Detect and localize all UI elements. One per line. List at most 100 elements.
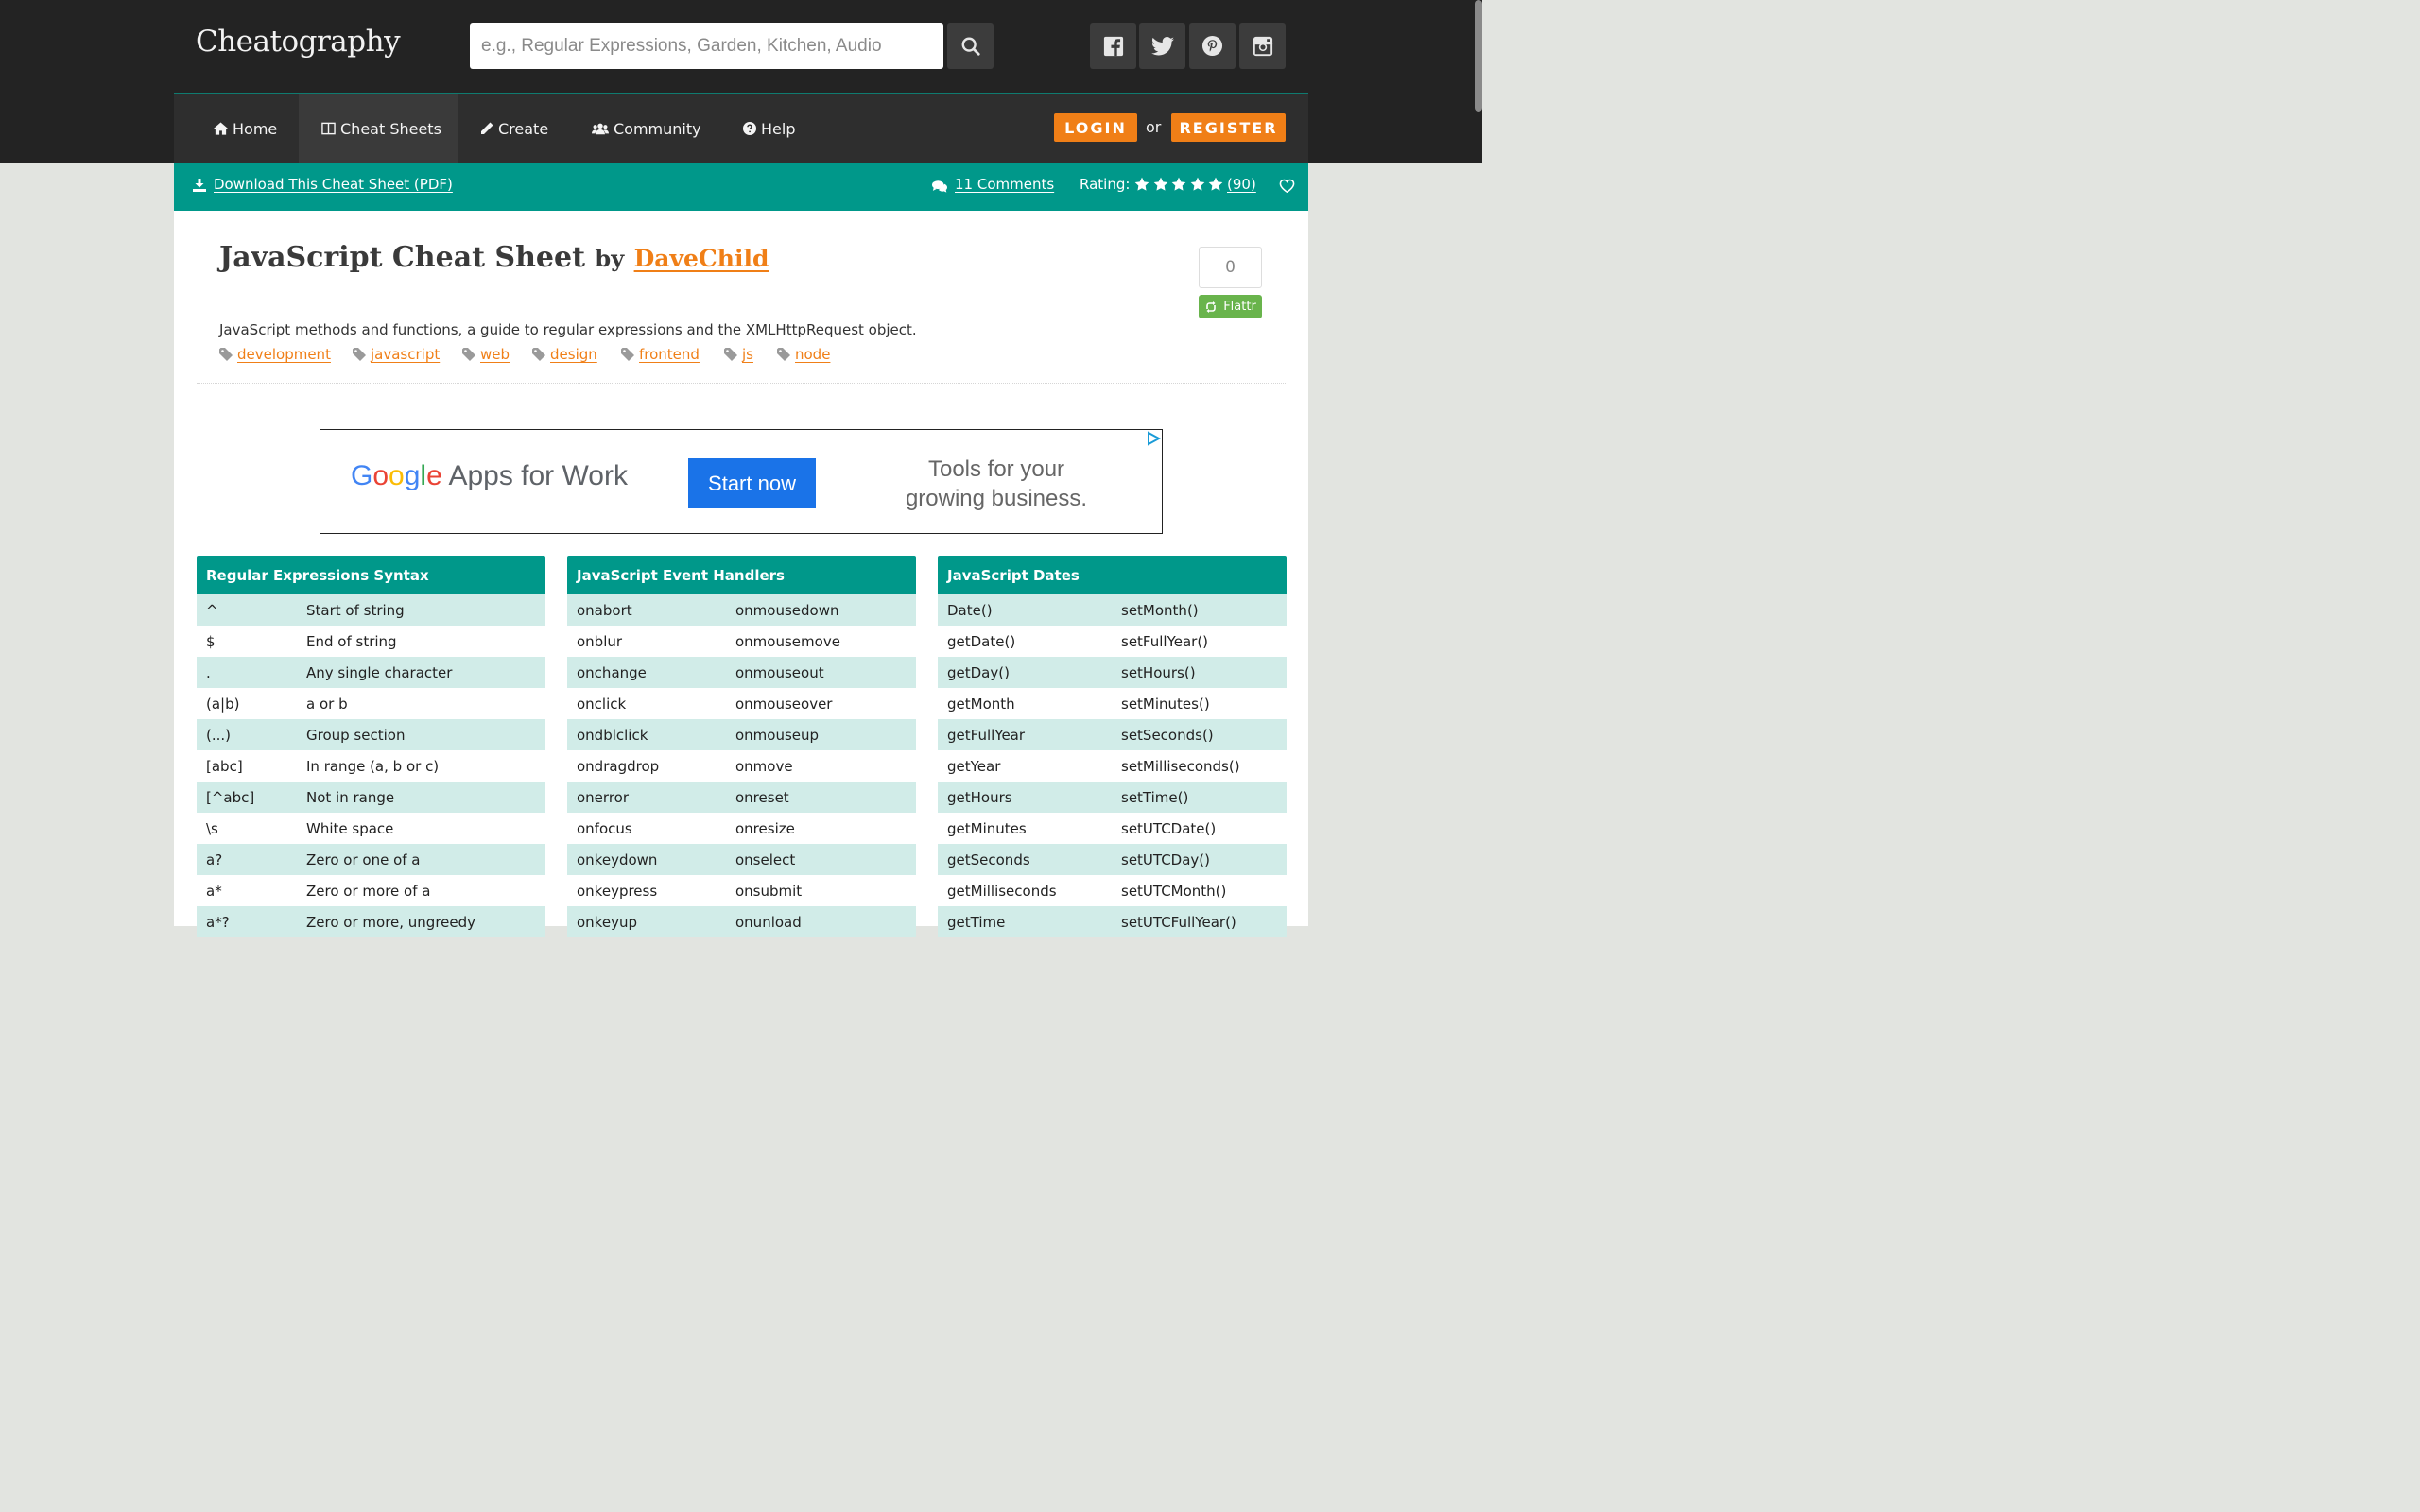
title-by: by (595, 245, 625, 272)
rating-stars[interactable] (1134, 177, 1223, 192)
nav-help-label: Help (761, 119, 796, 138)
login-button[interactable]: LOGIN (1054, 113, 1137, 142)
nav-community[interactable]: Community (592, 94, 701, 163)
rating-count-link[interactable]: (90) (1227, 176, 1256, 193)
tag-link[interactable]: node (777, 346, 830, 363)
row-key: a* (206, 882, 222, 900)
sheet-description: JavaScript methods and functions, a guid… (219, 321, 917, 338)
tag-icon (462, 348, 475, 361)
row-value: Zero or more, ungreedy (306, 913, 476, 931)
row-value: onsubmit (735, 882, 803, 900)
nav-create[interactable]: Create (480, 94, 548, 163)
nav-help[interactable]: Help (743, 94, 795, 163)
tag-link[interactable]: javascript (353, 346, 440, 363)
facebook-button[interactable] (1090, 23, 1136, 69)
row-key: getFullYear (947, 726, 1026, 744)
regex-syntax-box: Regular Expressions Syntax ^ Start of stri… (197, 556, 545, 937)
row-key: onclick (577, 695, 627, 713)
table-row: getMinutes setUTCDate() (938, 813, 1287, 844)
table-row: \s White space (197, 813, 545, 844)
row-key: \s (206, 819, 218, 837)
table-row: $ End of string (197, 626, 545, 657)
row-key: getMilliseconds (947, 882, 1057, 900)
pinterest-icon (1201, 35, 1223, 57)
row-key: getYear (947, 757, 1001, 775)
table-row: ondblclick onmouseup (567, 719, 916, 750)
tag-link[interactable]: design (532, 346, 597, 363)
ad-tagline: Tools for your growing business. (905, 456, 1088, 511)
nav-community-label: Community (614, 119, 701, 138)
table-row: getMilliseconds setUTCMonth() (938, 875, 1287, 906)
row-value: setMonth() (1121, 601, 1199, 619)
tag-link[interactable]: frontend (621, 346, 700, 363)
pinterest-button[interactable] (1189, 23, 1236, 69)
flattr-label: Flattr (1223, 300, 1256, 314)
row-value: Not in range (306, 788, 395, 806)
tag-label: node (795, 346, 831, 363)
flattr-button[interactable]: Flattr (1199, 295, 1262, 318)
rating-label: Rating: (1080, 176, 1131, 193)
nav-cheat-sheets[interactable]: Cheat Sheets (299, 94, 458, 163)
page-title: JavaScript Cheat Sheet by DaveChild (219, 241, 769, 274)
adchoices-icon[interactable] (1145, 430, 1162, 447)
box-rows: onabort onmousedown onblur onmousemove oncha… (567, 594, 916, 937)
row-key: Date() (947, 601, 993, 619)
ad-brand-product: Apps for Work (448, 460, 628, 491)
tag-link[interactable]: web (462, 346, 510, 363)
heart-icon[interactable] (1279, 179, 1295, 193)
site-logo[interactable]: Cheatography (196, 25, 401, 59)
search-button[interactable] (947, 23, 994, 69)
row-key: a*? (206, 913, 230, 931)
row-key: onchange (577, 663, 647, 681)
instagram-icon (1253, 36, 1272, 56)
row-key: getMinutes (947, 819, 1027, 837)
advertisement[interactable]: Google Apps for Work Start now Tools for… (320, 429, 1163, 534)
ad-start-now-button[interactable]: Start now (688, 458, 816, 508)
search-input[interactable] (470, 23, 943, 69)
table-row: getDay() setHours() (938, 657, 1287, 688)
twitter-button[interactable] (1139, 23, 1185, 69)
box-title: JavaScript Dates (938, 556, 1287, 594)
tag-link[interactable]: development (219, 346, 331, 363)
table-row: (a|b) a or b (197, 688, 545, 719)
sheet-title: JavaScript Cheat Sheet (219, 241, 585, 274)
table-row: getYear setMilliseconds() (938, 750, 1287, 782)
download-pdf-link[interactable]: Download This Cheat Sheet (PDF) (214, 176, 453, 193)
table-row: onerror onreset (567, 782, 916, 813)
author-link[interactable]: DaveChild (634, 245, 769, 272)
table-row: a* Zero or more of a (197, 875, 545, 906)
comments-link[interactable]: 11 Comments (955, 176, 1054, 193)
table-row: . Any single character (197, 657, 545, 688)
table-row: ondragdrop onmove (567, 750, 916, 782)
nav-home[interactable]: Home (214, 94, 277, 163)
table-row: getDate() setFullYear() (938, 626, 1287, 657)
tag-icon (532, 348, 545, 361)
row-value: setHours() (1121, 663, 1196, 681)
search-icon (961, 37, 980, 56)
register-button[interactable]: REGISTER (1171, 113, 1286, 142)
row-value: setUTCDay() (1121, 850, 1210, 868)
row-key: onkeydown (577, 850, 658, 868)
row-value: setUTCDate() (1121, 819, 1217, 837)
table-row: [abc] In range (a, b or c) (197, 750, 545, 782)
pencil-icon (481, 122, 493, 134)
star-icon (1153, 177, 1167, 191)
instagram-button[interactable] (1239, 23, 1286, 69)
table-row: a*? Zero or more, ungreedy (197, 906, 545, 937)
box-title: Regular Expressions Syntax (197, 556, 545, 594)
flattr-icon (1206, 301, 1216, 313)
tag-link[interactable]: js (724, 346, 753, 363)
row-key: getDay() (947, 663, 1010, 681)
scrollbar-thumb[interactable] (1475, 0, 1482, 112)
table-row: getTime setUTCFullYear() (938, 906, 1287, 937)
book-icon (321, 122, 336, 135)
tag-icon (219, 348, 233, 361)
row-key: onblur (577, 632, 623, 650)
table-row: getHours setTime() (938, 782, 1287, 813)
tag-label: design (550, 346, 597, 363)
home-icon (214, 122, 228, 135)
row-value: onmouseover (735, 695, 833, 713)
star-icon (1190, 177, 1204, 191)
row-value: White space (306, 819, 394, 837)
row-key: getMonth (947, 695, 1015, 713)
